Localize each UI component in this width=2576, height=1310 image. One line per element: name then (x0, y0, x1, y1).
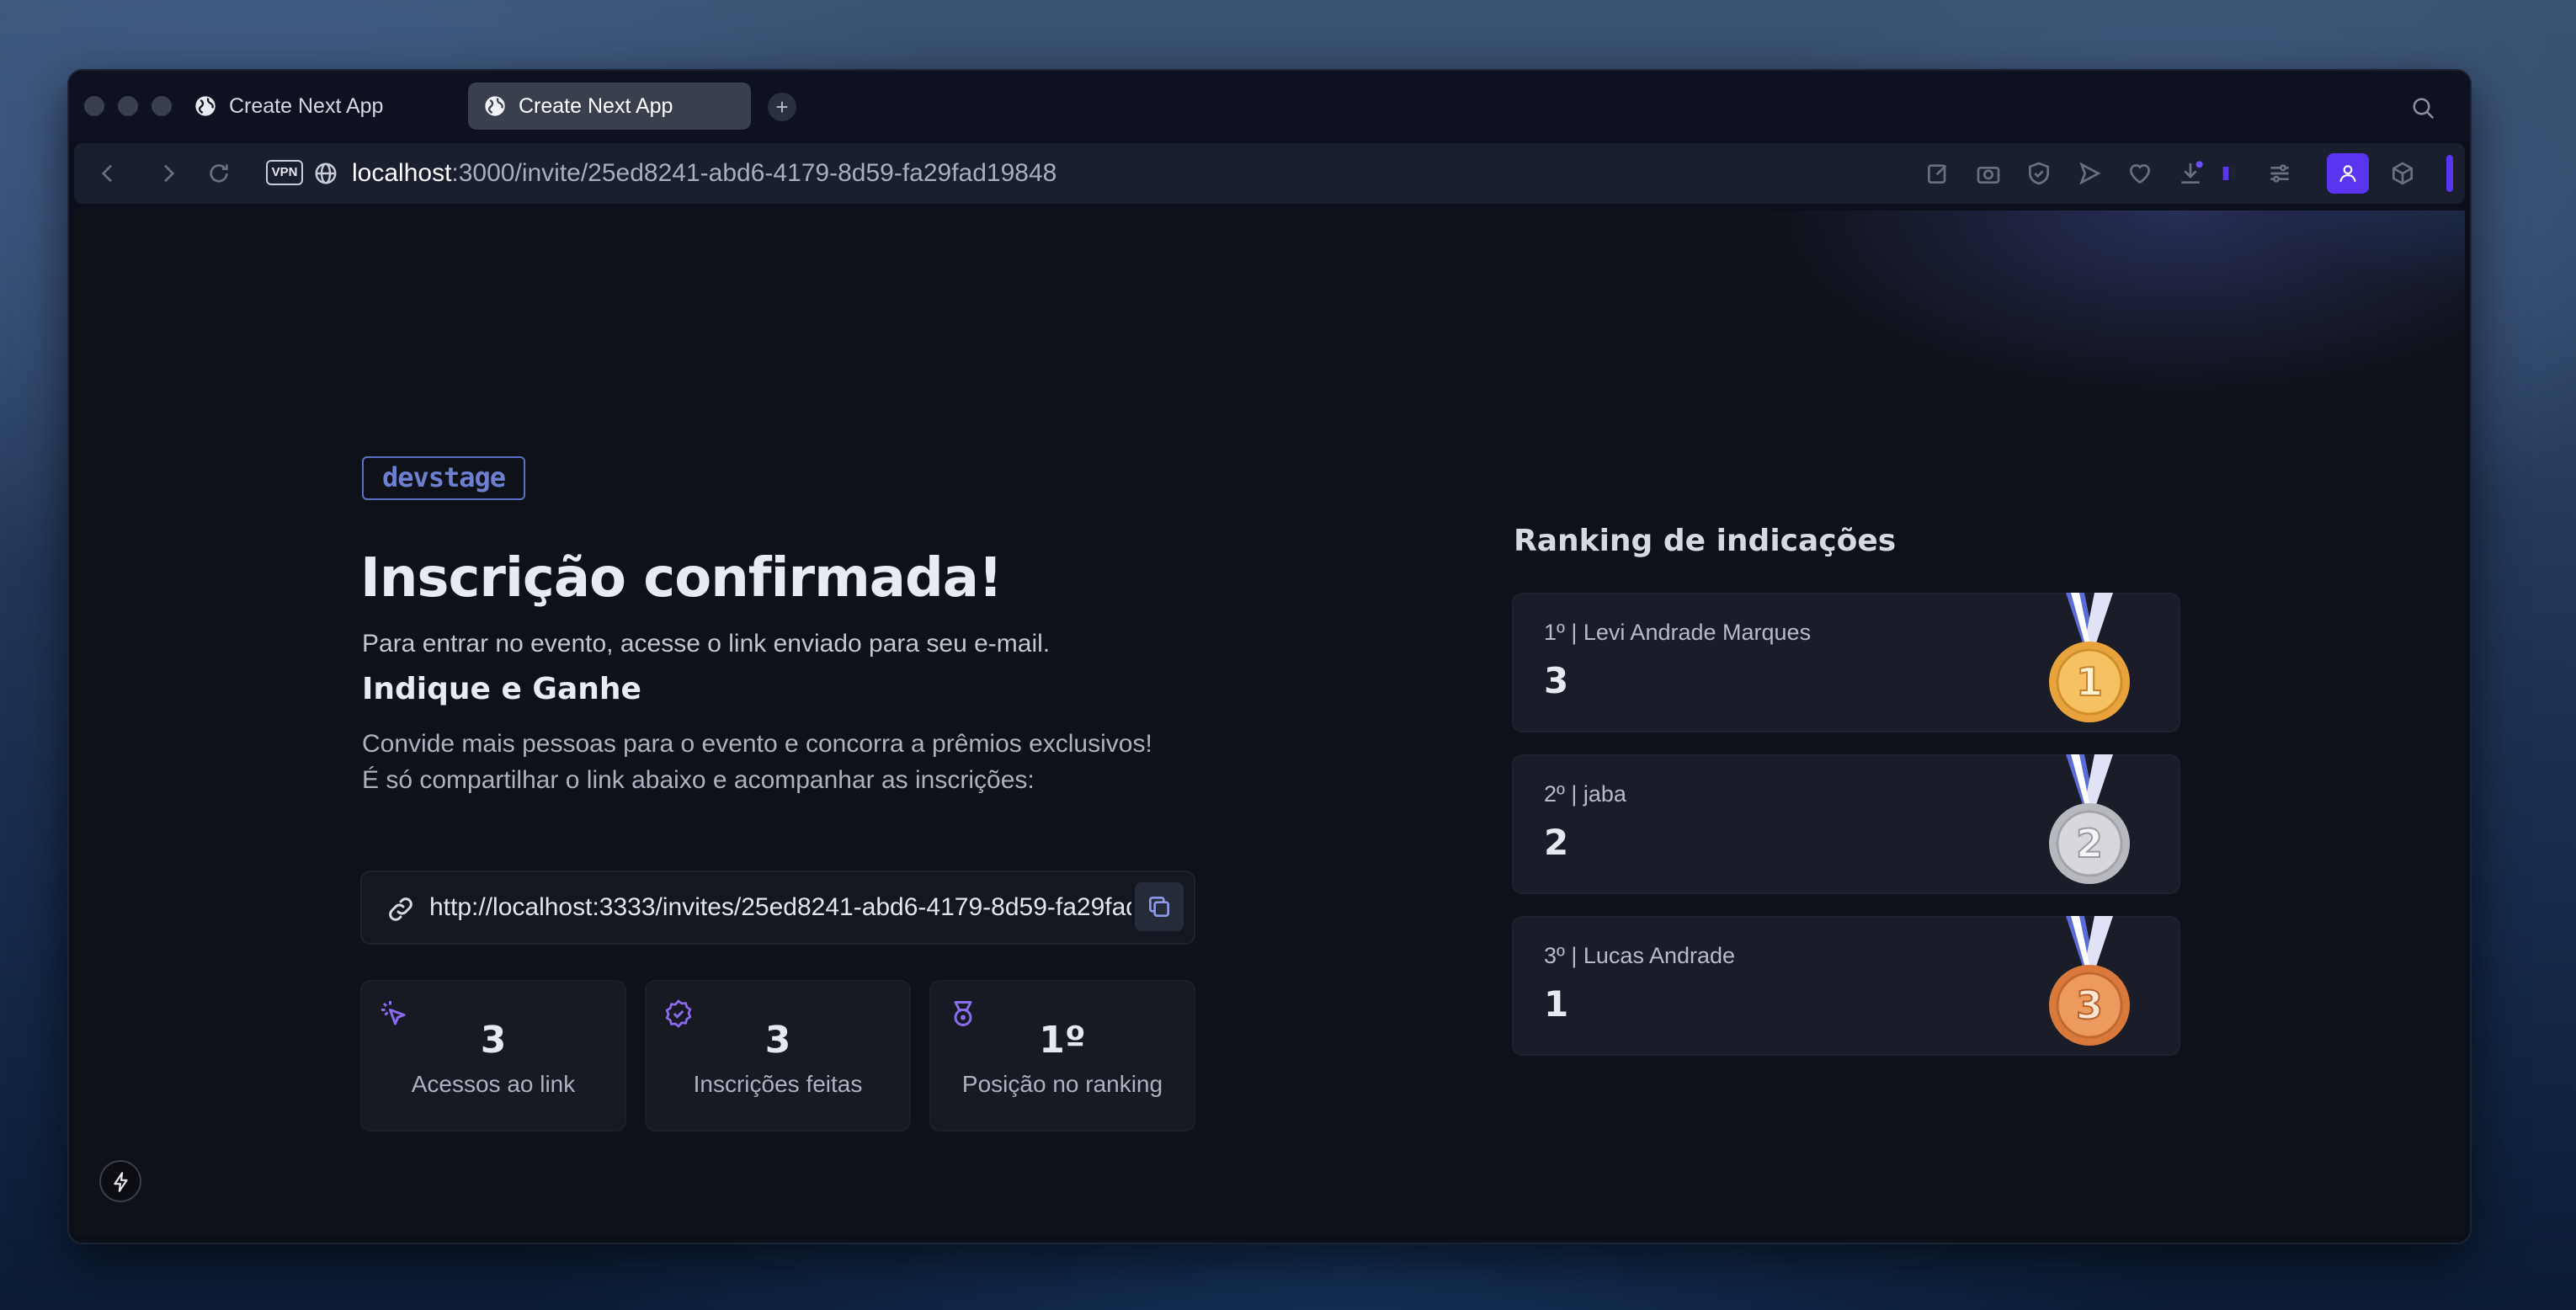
globe-icon (195, 96, 216, 116)
tab-title: Create Next App (229, 93, 384, 118)
stat-value: 3 (764, 1019, 791, 1062)
shield-icon[interactable] (2025, 160, 2052, 187)
bronze-medal-icon: 3 (2049, 916, 2130, 1046)
maximize-window-button[interactable] (152, 96, 172, 116)
stat-value: 3 (480, 1019, 507, 1062)
stat-label: Acessos ao link (411, 1071, 576, 1097)
invite-link-text[interactable]: http://localhost:3333/invites/25ed8241-a… (429, 891, 1131, 924)
medal-number: 3 (2076, 982, 2103, 1028)
close-window-button[interactable] (84, 96, 104, 116)
profile-button[interactable] (2327, 153, 2369, 194)
edit-icon[interactable] (1924, 160, 1951, 187)
ranking-entry-score: 1 (1544, 983, 1569, 1025)
ranking-entry-label: 3º | Lucas Andrade (1544, 943, 1736, 968)
heart-icon[interactable] (2126, 160, 2153, 187)
stat-label: Posição no ranking (961, 1071, 1163, 1097)
lightning-icon (114, 1172, 128, 1192)
back-icon[interactable] (94, 160, 121, 187)
background-glow (1505, 210, 2465, 631)
send-icon[interactable] (2076, 160, 2103, 187)
sidebar-indicator (2446, 155, 2453, 192)
url-path: :3000/invite/25ed8241-abd6-4179-8d59-fa2… (451, 159, 1057, 187)
stat-label: Inscrições feitas (693, 1071, 863, 1097)
ranking-entry-2: 2º | jaba 2 2 (1512, 754, 2180, 894)
globe-icon (315, 162, 337, 184)
camera-icon[interactable] (1975, 160, 2002, 187)
page-title: Inscrição confirmada! (360, 547, 1003, 610)
cube-icon[interactable] (2389, 160, 2416, 187)
forward-icon[interactable] (155, 160, 182, 187)
stat-value: 1º (1039, 1019, 1086, 1062)
reload-icon[interactable] (205, 160, 232, 187)
tab-bar: Create Next App Create Next App + (69, 71, 2470, 141)
copy-link-button[interactable] (1135, 882, 1184, 931)
user-icon (2339, 165, 2356, 183)
browser-window: Create Next App Create Next App + VPN lo… (67, 69, 2472, 1244)
medal-number: 2 (2076, 821, 2103, 866)
ranking-entry-score: 2 (1544, 822, 1569, 863)
gold-medal-icon: 1 (2049, 593, 2130, 722)
ranking-entry-1: 1º | Levi Andrade Marques 3 1 (1512, 593, 2180, 732)
tab-title: Create Next App (519, 93, 673, 118)
page-subtitle: Para entrar no evento, acesse o link env… (362, 630, 1051, 658)
next-dev-indicator[interactable] (99, 1160, 141, 1202)
refer-description: Convide mais pessoas para o evento e con… (362, 730, 1152, 794)
medal-number: 1 (2076, 659, 2103, 705)
settings-sliders-icon[interactable] (2266, 160, 2293, 187)
link-icon (389, 897, 412, 921)
ranking-entry-score: 3 (1544, 660, 1569, 701)
ranking-title: Ranking de indicações (1514, 524, 1897, 558)
refer-heading: Indique e Ganhe (362, 672, 641, 706)
stat-subscriptions: 3 Inscrições feitas (645, 980, 911, 1132)
download-icon[interactable] (2177, 160, 2204, 187)
ranking-entry-label: 1º | Levi Andrade Marques (1544, 620, 1812, 645)
minimize-window-button[interactable] (118, 96, 138, 116)
copy-icon (1149, 897, 1169, 917)
vpn-badge[interactable]: VPN (266, 160, 303, 185)
page-content: devstage Inscrição confirmada! Para entr… (74, 210, 2465, 1236)
url-host: localhost (352, 159, 452, 187)
search-icon[interactable] (2411, 96, 2436, 121)
globe-icon (485, 96, 505, 116)
address-toolbar: VPN localhost:3000/invite/25ed8241-abd6-… (74, 143, 2465, 204)
stat-ranking-position: 1º Posição no ranking (929, 980, 1195, 1132)
address-bar[interactable]: localhost:3000/invite/25ed8241-abd6-4179… (352, 157, 1056, 190)
devstage-logo: devstage (362, 456, 525, 500)
ranking-entry-3: 3º | Lucas Andrade 1 3 (1512, 916, 2180, 1056)
browser-tab-2[interactable]: Create Next App (468, 83, 751, 130)
ranking-entry-label: 2º | jaba (1544, 781, 1626, 807)
invite-link-box[interactable]: http://localhost:3333/invites/25ed8241-a… (360, 871, 1195, 945)
sidebar-toggle-icon[interactable] (2217, 160, 2244, 187)
new-tab-button[interactable]: + (768, 93, 796, 121)
browser-tab-1[interactable]: Create Next App (178, 83, 441, 130)
silver-medal-icon: 2 (2049, 754, 2130, 884)
stat-link-access: 3 Acessos ao link (360, 980, 626, 1132)
